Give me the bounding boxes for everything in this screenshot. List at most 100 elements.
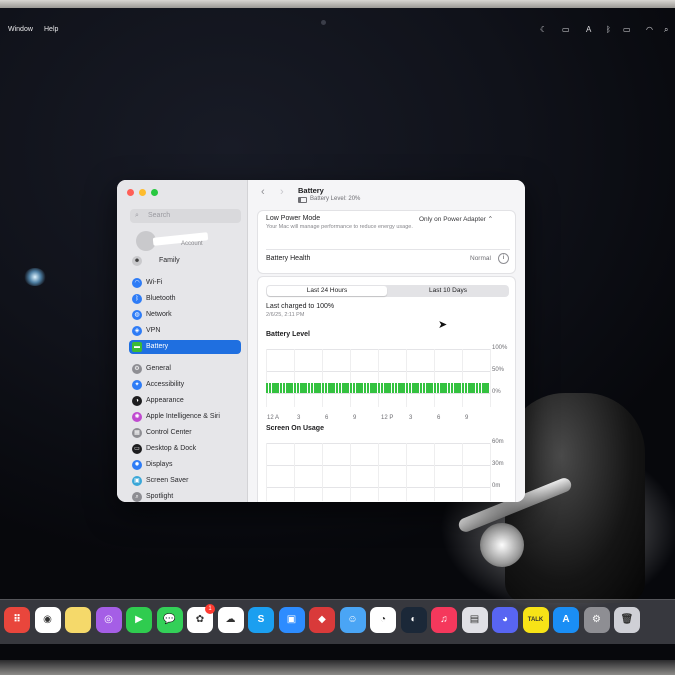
- sidebar-item-bluetooth[interactable]: ᛒ Bluetooth: [129, 292, 241, 306]
- wifi-icon[interactable]: ◠: [646, 25, 653, 34]
- search-icon[interactable]: ⌕: [664, 25, 668, 35]
- low-power-select[interactable]: Only on Power Adapter ⌃: [419, 215, 493, 223]
- battery-health-value: Normal: [470, 255, 491, 262]
- sidebar-item-wi-fi[interactable]: ◠ Wi-Fi: [129, 276, 241, 290]
- tab-last-24-hours[interactable]: Last 24 Hours: [267, 286, 387, 296]
- battery-level-chart-title: Battery Level: [266, 331, 310, 338]
- divider: [266, 249, 510, 250]
- chrome-icon[interactable]: ◉: [34, 607, 61, 633]
- zoom-button[interactable]: [151, 189, 158, 196]
- chart-vgridline: [350, 443, 351, 501]
- battery-level-subtitle: Battery Level: 20%: [310, 196, 361, 202]
- menu-window[interactable]: Window: [8, 26, 33, 33]
- appearance-icon: ◑: [132, 396, 142, 406]
- vpn-app-icon[interactable]: ◆: [309, 607, 335, 633]
- chart-vgridline: [322, 443, 323, 501]
- chart-vgridline: [266, 443, 267, 501]
- chart-vgridline: [322, 349, 323, 407]
- sidebar-item-label: General: [146, 365, 171, 372]
- kakaotalk-icon[interactable]: TALK: [522, 607, 549, 633]
- low-power-title: Low Power Mode: [266, 215, 321, 222]
- menu-help[interactable]: Help: [44, 26, 58, 33]
- discord-icon[interactable]: ◕: [492, 607, 518, 633]
- sidebar-item-label: Accessibility: [146, 381, 185, 388]
- last-charged-title: Last charged to 100%: [266, 303, 335, 310]
- chart-ytick-label: 100%: [492, 345, 508, 351]
- notification-badge: 1: [205, 604, 215, 614]
- control-center-icon: ▦: [132, 428, 142, 438]
- app-store-icon[interactable]: A: [553, 607, 579, 633]
- close-button[interactable]: [127, 189, 134, 196]
- keyboard-icon[interactable]: A: [586, 25, 591, 34]
- battery-icon: ▬: [132, 342, 142, 352]
- search-placeholder: Search: [148, 212, 171, 219]
- podcasts-icon[interactable]: ◎: [95, 607, 122, 633]
- notes-icon[interactable]: [65, 607, 91, 633]
- sidebar-item-apple-intelligence-siri[interactable]: ✺ Apple Intelligence & Siri: [129, 410, 241, 424]
- bluetooth-icon[interactable]: ᛒ: [606, 25, 611, 34]
- finder-icon[interactable]: ☺: [339, 607, 366, 633]
- sidebar-item-label: Control Center: [146, 429, 192, 436]
- chart-vgridline: [350, 349, 351, 407]
- page-title: Battery: [298, 186, 324, 195]
- tab-last-10-days[interactable]: Last 10 Days: [388, 286, 508, 296]
- messages-icon[interactable]: 💬: [156, 607, 183, 633]
- clock-icon[interactable]: ◔: [370, 607, 396, 633]
- siri-icon: ✺: [132, 412, 142, 422]
- battery-icon[interactable]: ▭: [623, 25, 631, 34]
- sidebar-item-label: Bluetooth: [146, 295, 176, 302]
- spotlight-icon: ⌕: [132, 492, 142, 502]
- system-settings-icon[interactable]: ⚙: [583, 607, 610, 633]
- launchpad-icon[interactable]: ⠿: [4, 607, 30, 633]
- s-app-icon[interactable]: S: [248, 607, 274, 633]
- sidebar-item-label: Wi-Fi: [146, 279, 163, 286]
- chart-xtick-label: 12 A: [267, 415, 280, 421]
- sidebar-item-accessibility[interactable]: ✦ Accessibility: [129, 378, 241, 392]
- battery-health-title: Battery Health: [266, 255, 311, 262]
- sidebar-item-label: Family: [159, 257, 180, 264]
- screen-on-usage-chart-title: Screen On Usage: [266, 425, 324, 432]
- sidebar-search-input[interactable]: ⌕ Search: [130, 209, 241, 223]
- chart-vgridline: [462, 443, 463, 501]
- minimize-button[interactable]: [139, 189, 146, 196]
- chart-vgridline: [434, 443, 435, 501]
- zoom-icon[interactable]: ▣: [278, 607, 305, 633]
- music-icon[interactable]: ♫: [431, 607, 457, 633]
- facetime-icon[interactable]: ▶: [126, 607, 152, 633]
- preview-icon[interactable]: ▤: [461, 607, 488, 633]
- sidebar-item-control-center[interactable]: ▦ Control Center: [129, 426, 241, 440]
- back-button[interactable]: ‹: [261, 186, 265, 198]
- battery-level-bar: [487, 383, 490, 393]
- sidebar-item-family[interactable]: ☻ Family: [129, 254, 241, 268]
- chart-vgridline: [378, 349, 379, 407]
- icloud-icon[interactable]: ☁: [217, 607, 244, 633]
- sidebar-item-displays[interactable]: ✹ Displays: [129, 458, 241, 472]
- chart-vgridline: [490, 349, 491, 407]
- sidebar-item-general[interactable]: ⚙ General: [129, 362, 241, 376]
- chart-vgridline: [462, 349, 463, 407]
- sidebar-item-desktop-dock[interactable]: ▭ Desktop & Dock: [129, 442, 241, 456]
- info-icon[interactable]: i: [498, 253, 509, 264]
- sidebar-item-battery[interactable]: ▬ Battery: [129, 340, 241, 354]
- vpn-icon: ◈: [132, 326, 142, 336]
- sidebar-item-appearance[interactable]: ◑ Appearance: [129, 394, 241, 408]
- trash-icon[interactable]: 🗑: [614, 607, 640, 633]
- sidebar-item-screen-saver[interactable]: ▣ Screen Saver: [129, 474, 241, 488]
- chart-xtick-label: 3: [297, 415, 301, 421]
- forward-button[interactable]: ›: [280, 186, 284, 198]
- sidebar-item-network[interactable]: ◍ Network: [129, 308, 241, 322]
- globe-icon: ◍: [132, 310, 142, 320]
- screen-mirroring-icon[interactable]: ▭: [562, 25, 570, 34]
- focus-icon[interactable]: ☾: [540, 25, 547, 34]
- chart-ytick-label: 60m: [492, 439, 504, 445]
- sidebar-item-vpn[interactable]: ◈ VPN: [129, 324, 241, 338]
- battery-pane: ‹ › Battery Battery Level: 20% Low Power…: [248, 180, 525, 502]
- sidebar-item-label: Desktop & Dock: [146, 445, 197, 452]
- chart-ytick-label: 50%: [492, 367, 505, 373]
- steam-icon[interactable]: ◐: [400, 607, 427, 633]
- photo-frame-top: [0, 0, 675, 8]
- light-spot: [24, 268, 46, 286]
- sidebar-item-spotlight[interactable]: ⌕ Spotlight: [129, 490, 241, 502]
- menu-bar: Window Help ☾ ▭ A ᛒ ▭ ◠ ⌕: [0, 22, 675, 38]
- photo-frame-bottom: [0, 660, 675, 675]
